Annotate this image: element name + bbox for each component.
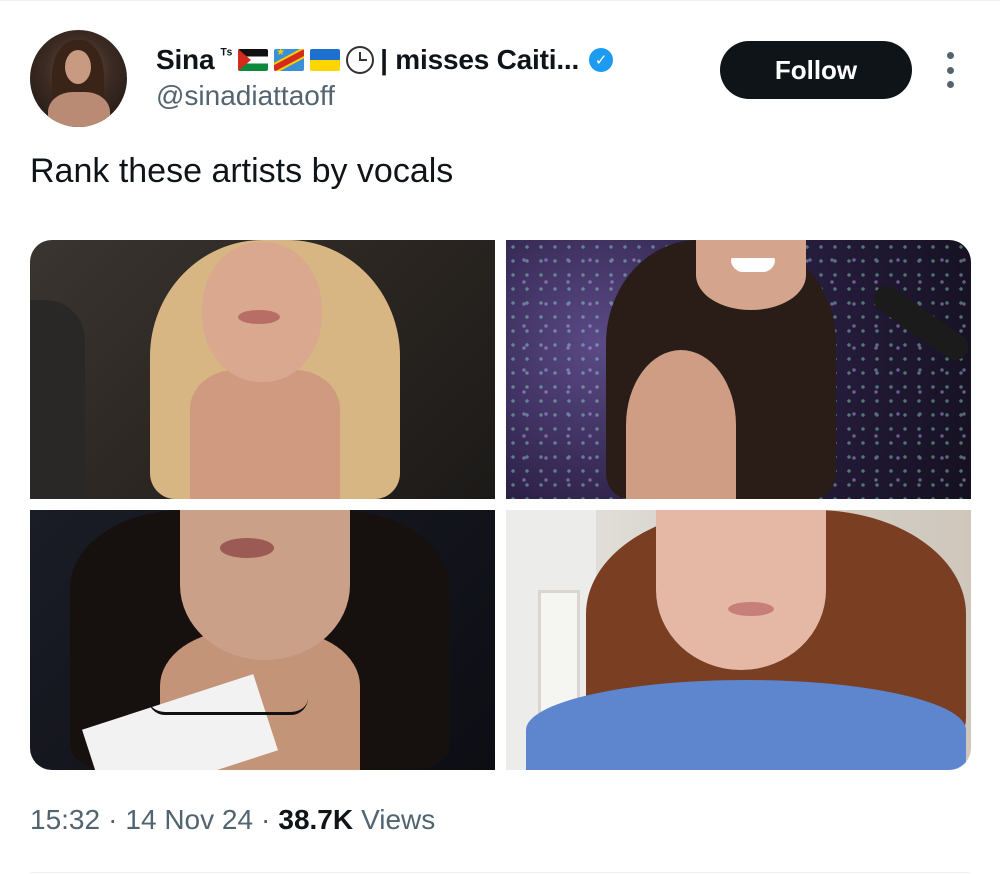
dot-icon: [946, 81, 954, 88]
author-avatar[interactable]: [30, 30, 127, 127]
author-name[interactable]: Sina: [156, 44, 215, 76]
figure-shoulder: [626, 350, 736, 499]
views-count[interactable]: 38.7K: [278, 804, 353, 836]
dr-congo-flag-icon: [274, 49, 305, 71]
author-handle[interactable]: @sinadiattaoff: [156, 80, 335, 112]
palestine-flag-icon: [238, 49, 269, 71]
avatar-body: [48, 92, 110, 127]
figure-smile: [731, 258, 775, 272]
dot-icon: [946, 66, 954, 74]
more-vertical-icon[interactable]: [942, 52, 958, 88]
meta-separator: ·: [108, 804, 118, 835]
figure-shirt: [526, 680, 966, 770]
verified-badge-icon[interactable]: ✓: [589, 48, 614, 72]
author-name-row[interactable]: Sina ᵀˢ | misses Caiti... ✓: [156, 42, 614, 78]
meta-separator: ·: [261, 804, 271, 835]
clock-icon: [346, 46, 375, 74]
figure-face: [656, 510, 826, 670]
figure-face: [180, 510, 350, 660]
figure-lips: [238, 310, 280, 324]
author-name-suffix[interactable]: | misses Caiti...: [380, 44, 579, 76]
figure-shoulders: [190, 370, 340, 499]
dot-icon: [946, 52, 954, 59]
media-grid: [30, 240, 971, 770]
media-image-3[interactable]: [30, 510, 495, 770]
figure-face: [696, 240, 806, 310]
figure-lips: [728, 602, 774, 616]
figure-necklace: [148, 698, 308, 715]
media-image-1[interactable]: [30, 240, 495, 499]
follow-button[interactable]: Follow: [720, 41, 912, 99]
avatar-face: [65, 50, 91, 84]
tweet-time[interactable]: 15:32: [30, 804, 100, 836]
views-label: Views: [361, 804, 436, 835]
tweet-meta: 15:32 · 14 Nov 24 · 38.7K Views: [30, 804, 435, 836]
media-image-2[interactable]: [506, 240, 971, 499]
tweet-text: Rank these artists by vocals: [30, 152, 454, 190]
media-image-4[interactable]: [506, 510, 971, 770]
author-name-superscript: ᵀˢ: [220, 45, 233, 63]
background-person: [30, 300, 85, 499]
ukraine-flag-icon: [310, 49, 341, 71]
top-divider: [0, 0, 1000, 1]
figure-lips: [220, 538, 274, 558]
bottom-divider: [30, 872, 970, 873]
tweet-date[interactable]: 14 Nov 24: [125, 804, 253, 836]
